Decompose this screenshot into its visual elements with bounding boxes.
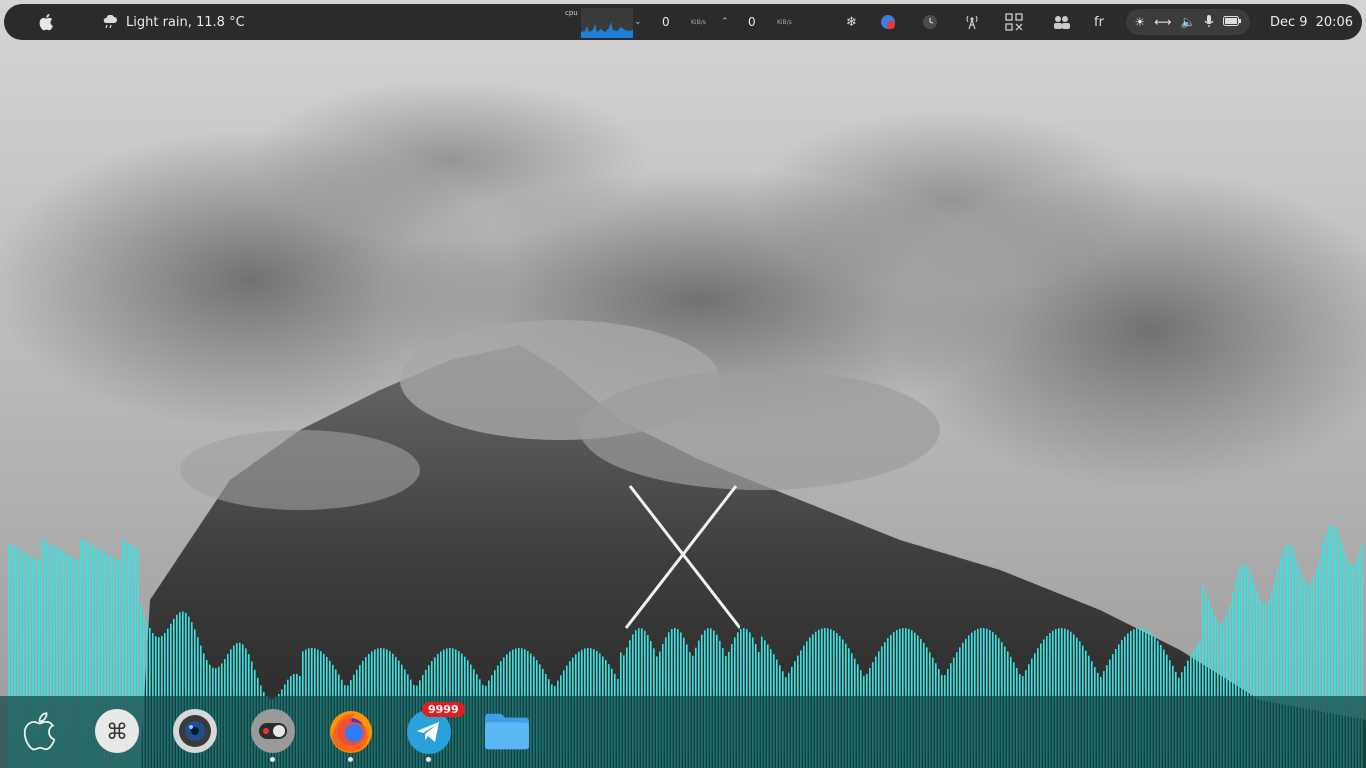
- dock-apple-logo[interactable]: [16, 708, 62, 754]
- dock-telegram[interactable]: 9999: [406, 702, 465, 762]
- signal-tower-icon[interactable]: [964, 4, 980, 40]
- running-indicator: [426, 757, 431, 762]
- clock-date: Dec 9: [1270, 14, 1308, 30]
- snowflake-icon[interactable]: ❄: [846, 4, 857, 40]
- dock-command-launcher[interactable]: ⌘: [94, 708, 140, 754]
- download-unit: KiB/s: [691, 18, 706, 26]
- cpu-graph[interactable]: [581, 8, 633, 38]
- brightness-icon: ☀: [1134, 15, 1146, 29]
- dock: ⌘ 9999: [0, 696, 1366, 768]
- x-logo: [624, 485, 740, 629]
- upload-unit: KiB/s: [777, 18, 792, 26]
- apple-menu-button[interactable]: [38, 4, 54, 40]
- weather-text: Light rain, 11.8 °C: [126, 14, 245, 30]
- dock-camera-app[interactable]: [172, 708, 218, 754]
- chevron-up-icon: ⌃: [721, 17, 729, 27]
- clock-icon[interactable]: [922, 4, 938, 40]
- volume-icon: 🔈: [1180, 15, 1196, 29]
- weather-indicator[interactable]: Light rain, 11.8 °C: [102, 4, 245, 40]
- cpu-label: cpu: [565, 9, 578, 17]
- clock[interactable]: Dec 9 20:06: [1270, 4, 1353, 40]
- people-icon[interactable]: [1053, 4, 1071, 40]
- top-panel: Light rain, 11.8 °C cpu ⌄ 0 KiB/s ⌃ 0 Ki…: [4, 4, 1362, 40]
- apple-icon: [39, 14, 53, 31]
- dock-toggle-app[interactable]: [250, 708, 296, 762]
- camera-icon: [173, 709, 217, 753]
- apple-outline-icon: [23, 712, 56, 751]
- notification-record-icon[interactable]: [880, 4, 896, 40]
- folder-icon: [484, 713, 530, 750]
- keyboard-layout-indicator[interactable]: fr: [1094, 4, 1104, 40]
- command-icon: ⌘: [95, 709, 139, 753]
- desktop-wallpaper: [0, 0, 1366, 768]
- running-indicator: [348, 757, 353, 762]
- microphone-icon: [1204, 14, 1214, 31]
- dock-firefox[interactable]: [328, 708, 374, 762]
- battery-icon: [1223, 15, 1242, 29]
- network-icon: ⟷: [1154, 15, 1172, 29]
- svg-text:⌘: ⌘: [106, 720, 128, 745]
- unread-badge: 9999: [422, 702, 465, 717]
- dock-files[interactable]: [484, 708, 530, 754]
- download-value: 0: [662, 15, 670, 29]
- upload-value: 0: [748, 15, 756, 29]
- quick-settings[interactable]: ☀ ⟷ 🔈: [1126, 9, 1250, 35]
- chevron-down-icon: ⌄: [634, 17, 642, 27]
- running-indicator: [270, 757, 275, 762]
- clock-time: 20:06: [1315, 14, 1354, 30]
- rain-cloud-icon: [103, 15, 117, 29]
- grid-icon[interactable]: [1005, 4, 1023, 40]
- toggle-icon: [251, 709, 295, 753]
- firefox-icon: [330, 711, 372, 753]
- cpu-graph-icon: [581, 8, 633, 38]
